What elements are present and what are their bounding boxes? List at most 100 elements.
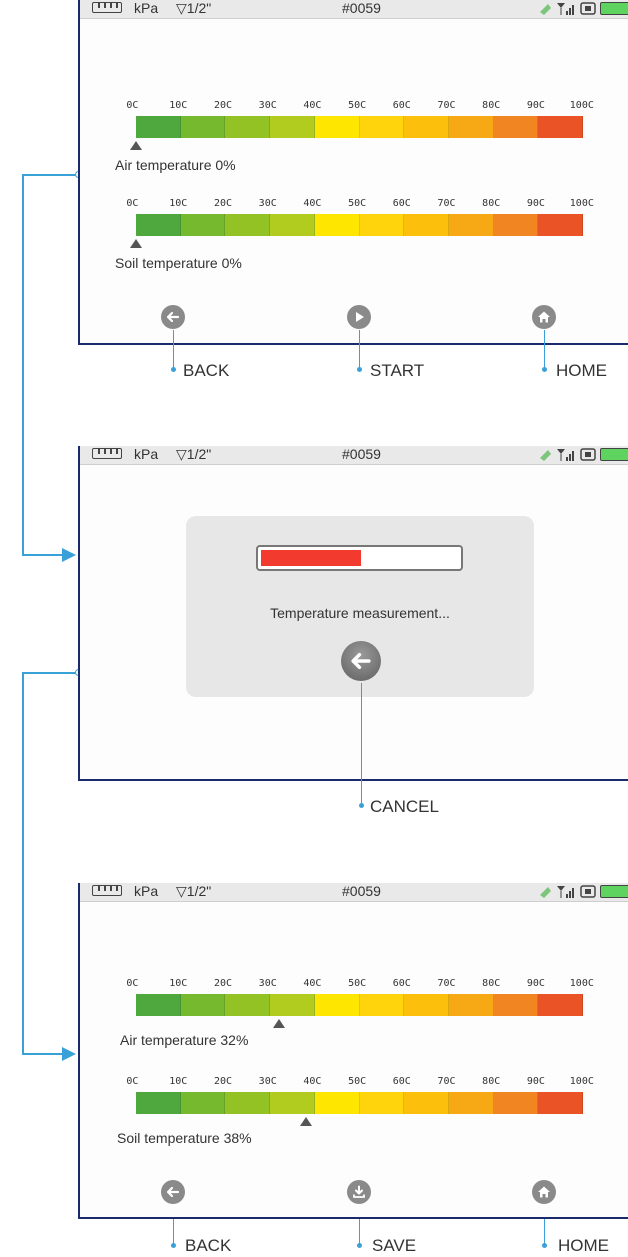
bar-segment (314, 214, 360, 236)
bar-segment (136, 1092, 181, 1114)
bar-segment (493, 214, 539, 236)
start-button[interactable] (347, 305, 371, 329)
bar-segment (180, 214, 226, 236)
tick-label: 80C (482, 978, 501, 989)
soil-temperature-label: Soil temperature 38% (117, 1130, 252, 1146)
callout-dot (542, 1243, 547, 1248)
battery-icon (600, 448, 628, 461)
bar-segment (270, 994, 315, 1016)
home-button[interactable] (532, 1180, 556, 1204)
air-pointer-icon (130, 141, 142, 150)
connector-2-arrow-icon (62, 1047, 76, 1061)
connector-1-top (22, 174, 78, 176)
save-caption: SAVE (372, 1236, 417, 1255)
home-button[interactable] (532, 305, 556, 329)
tick-labels: 0C 10C 20C 30C 40C 50C 60C 70C 80C 90C 1… (126, 978, 600, 992)
connector-1-arrow-icon (62, 548, 76, 562)
color-bar (136, 1092, 584, 1114)
tick-label: 80C (482, 100, 501, 111)
status-bar: kPa ▽1/2" #0059 (80, 0, 628, 19)
tick-label: 20C (213, 100, 233, 111)
tick-label: 30C (258, 978, 277, 989)
sd-card-icon (580, 885, 596, 898)
soil-pointer-icon (130, 239, 142, 248)
back-button[interactable] (161, 1180, 185, 1204)
connector-2-vertical (22, 672, 24, 1054)
tick-label: 60C (392, 100, 411, 111)
cancel-button[interactable] (341, 641, 381, 681)
bar-segment (314, 116, 360, 138)
tick-label: 50C (348, 978, 367, 989)
unit-label: kPa (134, 883, 159, 899)
sd-card-icon (580, 448, 596, 461)
ruler-icon (92, 448, 122, 459)
tick-labels: 0C 10C 20C 30C 40C 50C 60C 70C 80C 90C 1… (126, 100, 600, 114)
tick-label: 70C (437, 198, 456, 209)
bar-segment (225, 116, 271, 138)
tick-label: 0C (126, 978, 139, 989)
tick-label: 10C (169, 198, 188, 209)
callout-dot (171, 367, 176, 372)
bar-segment (359, 1092, 405, 1114)
tick-label: 80C (482, 1076, 501, 1087)
callout-dot (357, 367, 362, 372)
bar-segment (538, 1092, 584, 1114)
bar-segment (270, 1092, 315, 1114)
unit-label: kPa (134, 0, 159, 16)
callout-line (361, 683, 362, 803)
connector-2-bottom (22, 1053, 64, 1055)
battery-icon (600, 2, 628, 15)
sd-card-icon (580, 2, 596, 15)
callout-dot (357, 1243, 362, 1248)
bar-segment (538, 994, 584, 1016)
home-caption: HOME (558, 1236, 609, 1255)
tick-label: 30C (258, 198, 277, 209)
home-caption: HOME (556, 361, 607, 380)
bar-segment (314, 1092, 360, 1114)
size-label: ▽1/2" (176, 446, 212, 462)
callout-line (173, 330, 174, 368)
bar-segment (493, 994, 539, 1016)
download-icon (353, 1185, 365, 1198)
signal-icon (557, 449, 574, 461)
satellite-icon (540, 887, 551, 898)
bar-segment (404, 994, 449, 1016)
signal-icon (557, 886, 574, 898)
air-temperature-label: Air temperature 32% (120, 1032, 249, 1048)
tick-label: 90C (526, 1076, 545, 1087)
bar-segment (404, 116, 449, 138)
ruler-icon (92, 2, 122, 13)
callout-dot (359, 803, 364, 808)
arrow-left-icon (351, 652, 371, 670)
tick-label: 50C (348, 1076, 367, 1087)
save-button[interactable] (347, 1180, 371, 1204)
callout-line (359, 330, 360, 368)
measurement-progress-bar (256, 545, 463, 571)
air-pointer-icon (273, 1019, 286, 1028)
back-caption: BACK (185, 1236, 232, 1255)
size-label: ▽1/2" (176, 883, 212, 899)
bar-segment (270, 214, 315, 236)
bar-segment (493, 1092, 539, 1114)
signal-icon (557, 3, 574, 15)
tick-labels: 0C 10C 20C 30C 40C 50C 60C 70C 80C 90C 1… (126, 198, 600, 212)
tick-labels: 0C 10C 20C 30C 40C 50C 60C 70C 80C 90C 1… (126, 1076, 600, 1090)
callout-line (359, 1219, 360, 1245)
device-id: #0059 (342, 0, 381, 16)
tick-label: 100C (569, 100, 594, 111)
back-button[interactable] (161, 305, 185, 329)
bar-segment (314, 994, 360, 1016)
tick-label: 10C (169, 1076, 188, 1087)
home-icon (538, 311, 550, 323)
soil-temperature-label: Soil temperature 0% (115, 255, 242, 271)
home-icon (538, 1186, 550, 1198)
tick-label: 70C (437, 1076, 456, 1087)
tick-label: 60C (392, 1076, 411, 1087)
tick-label: 50C (348, 100, 367, 111)
tick-label: 0C (126, 198, 139, 209)
start-caption: START (370, 361, 425, 380)
bar-segment (538, 214, 584, 236)
cancel-caption: CANCEL (370, 797, 439, 816)
tick-label: 100C (569, 1076, 594, 1087)
bar-segment (270, 116, 315, 138)
